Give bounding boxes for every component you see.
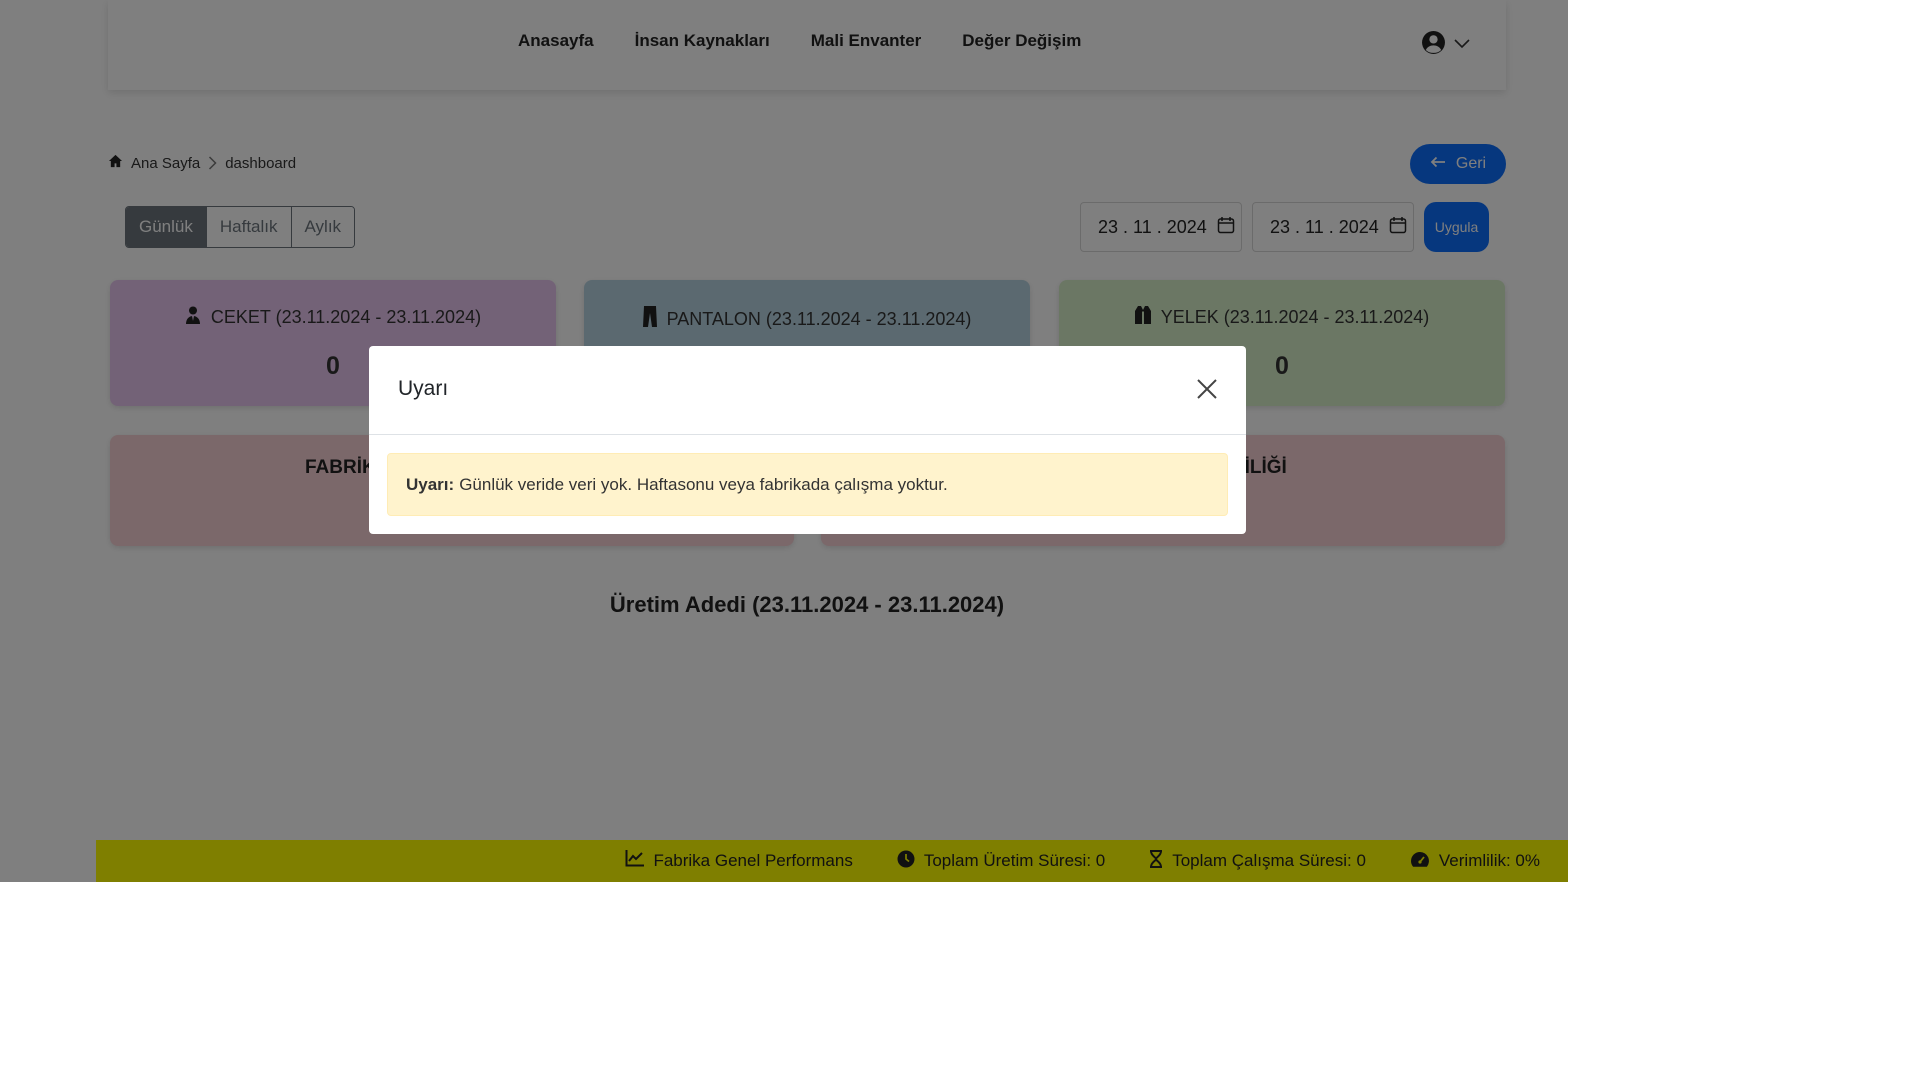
- alert-strong-label: Uyarı:: [406, 474, 455, 494]
- close-icon: [1196, 378, 1218, 402]
- modal-close-button[interactable]: [1196, 378, 1220, 402]
- alert-message: Günlük veride veri yok. Haftasonu veya f…: [459, 474, 948, 494]
- modal-header: Uyarı: [369, 346, 1246, 435]
- modal-title: Uyarı: [398, 377, 449, 400]
- warning-modal: Uyarı Uyarı: Günlük veride veri yok. Haf…: [369, 346, 1246, 534]
- warning-alert: Uyarı: Günlük veride veri yok. Haftasonu…: [387, 453, 1228, 516]
